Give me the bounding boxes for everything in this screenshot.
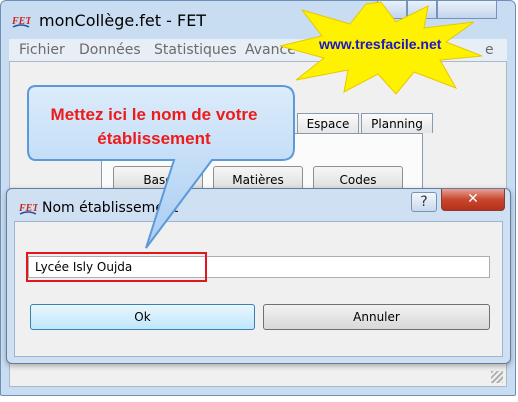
fet-logo-icon: FET [18, 198, 38, 218]
tab-planning[interactable]: Planning [361, 113, 433, 133]
help-button[interactable]: ? [411, 192, 437, 212]
banner-text: www.tresfacile.net [319, 36, 442, 52]
menu-statistiques[interactable]: Statistiques [154, 42, 237, 58]
ok-button[interactable]: Ok [30, 304, 255, 330]
menu-fichier[interactable]: Fichier [19, 42, 65, 58]
close-icon: ✕ [467, 191, 479, 207]
callout-line-1: Mettez ici le nom de votre [50, 105, 258, 124]
cancel-button[interactable]: Annuler [263, 304, 490, 330]
tab-espace[interactable]: Espace [297, 113, 359, 133]
help-icon: ? [420, 194, 428, 210]
callout-line-2: établissement [97, 129, 211, 148]
dialog-body: Ok Annuler [14, 221, 503, 357]
menu-donnees[interactable]: Données [79, 42, 141, 58]
main-window-title: monCollège.fet - FET [39, 11, 207, 30]
highlight-box [26, 252, 207, 282]
resize-grip-icon[interactable] [491, 371, 503, 383]
callout-text: Mettez ici le nom de votre établissement [20, 103, 288, 151]
menu-aide[interactable]: e [485, 42, 494, 58]
dialog-close-button[interactable]: ✕ [441, 189, 505, 211]
name-dialog: FET Nom établissement ? ✕ Ok Annuler [6, 188, 511, 364]
dialog-title: Nom établissement [42, 200, 179, 216]
fet-logo-icon: FET [11, 11, 31, 31]
